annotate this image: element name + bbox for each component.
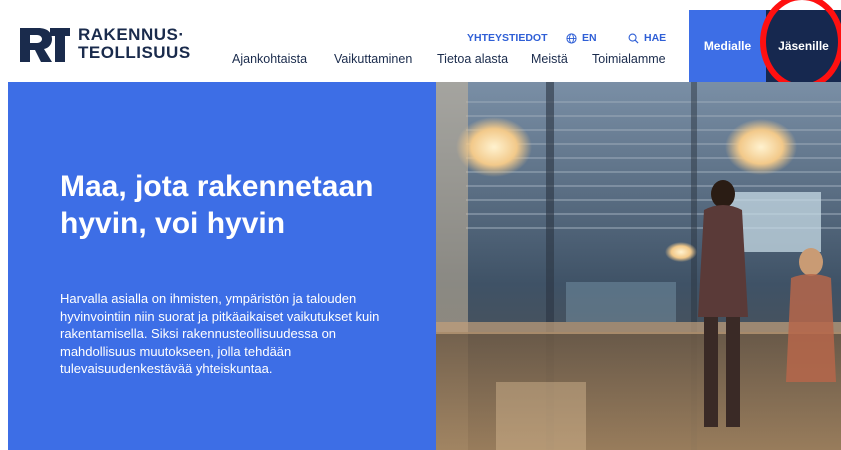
globe-icon xyxy=(566,32,577,44)
hero-photo xyxy=(436,82,841,450)
brand-line-1: RAKENNUS· xyxy=(78,25,185,44)
language-link[interactable]: EN xyxy=(566,31,597,45)
contacts-link[interactable]: YHTEYSTIEDOT xyxy=(467,31,548,45)
street-scene-photo xyxy=(436,82,841,450)
site-header: RAKENNUS· TEOLLISUUS YHTEYSTIEDOT EN HAE… xyxy=(0,0,841,90)
nav-item-ajankohtaista[interactable]: Ajankohtaista xyxy=(232,52,307,66)
language-label: EN xyxy=(582,32,597,44)
highlight-circle-annotation xyxy=(760,0,841,90)
rt-logo-icon xyxy=(20,28,70,62)
media-button[interactable]: Medialle xyxy=(689,10,766,82)
hero-body-text: Harvalla asialla on ihmisten, ympäristön… xyxy=(60,291,380,376)
nav-item-toimialamme[interactable]: Toimialamme xyxy=(592,52,666,66)
hero-text-panel xyxy=(8,82,436,450)
nav-item-vaikuttaminen[interactable]: Vaikuttaminen xyxy=(334,52,412,66)
brand-line-2: TEOLLISUUS xyxy=(78,43,191,62)
site-logo[interactable]: RAKENNUS· TEOLLISUUS xyxy=(18,24,191,64)
search-link[interactable]: HAE xyxy=(628,31,666,45)
search-icon xyxy=(628,33,639,44)
brand-wordmark: RAKENNUS· TEOLLISUUS xyxy=(78,26,191,62)
nav-item-tietoa-alasta[interactable]: Tietoa alasta xyxy=(437,52,508,66)
nav-item-meista[interactable]: Meistä xyxy=(531,52,568,66)
search-label: HAE xyxy=(644,32,667,44)
hero-title: Maa, jota rakennetaan hyvin, voi hyvin xyxy=(60,170,374,240)
